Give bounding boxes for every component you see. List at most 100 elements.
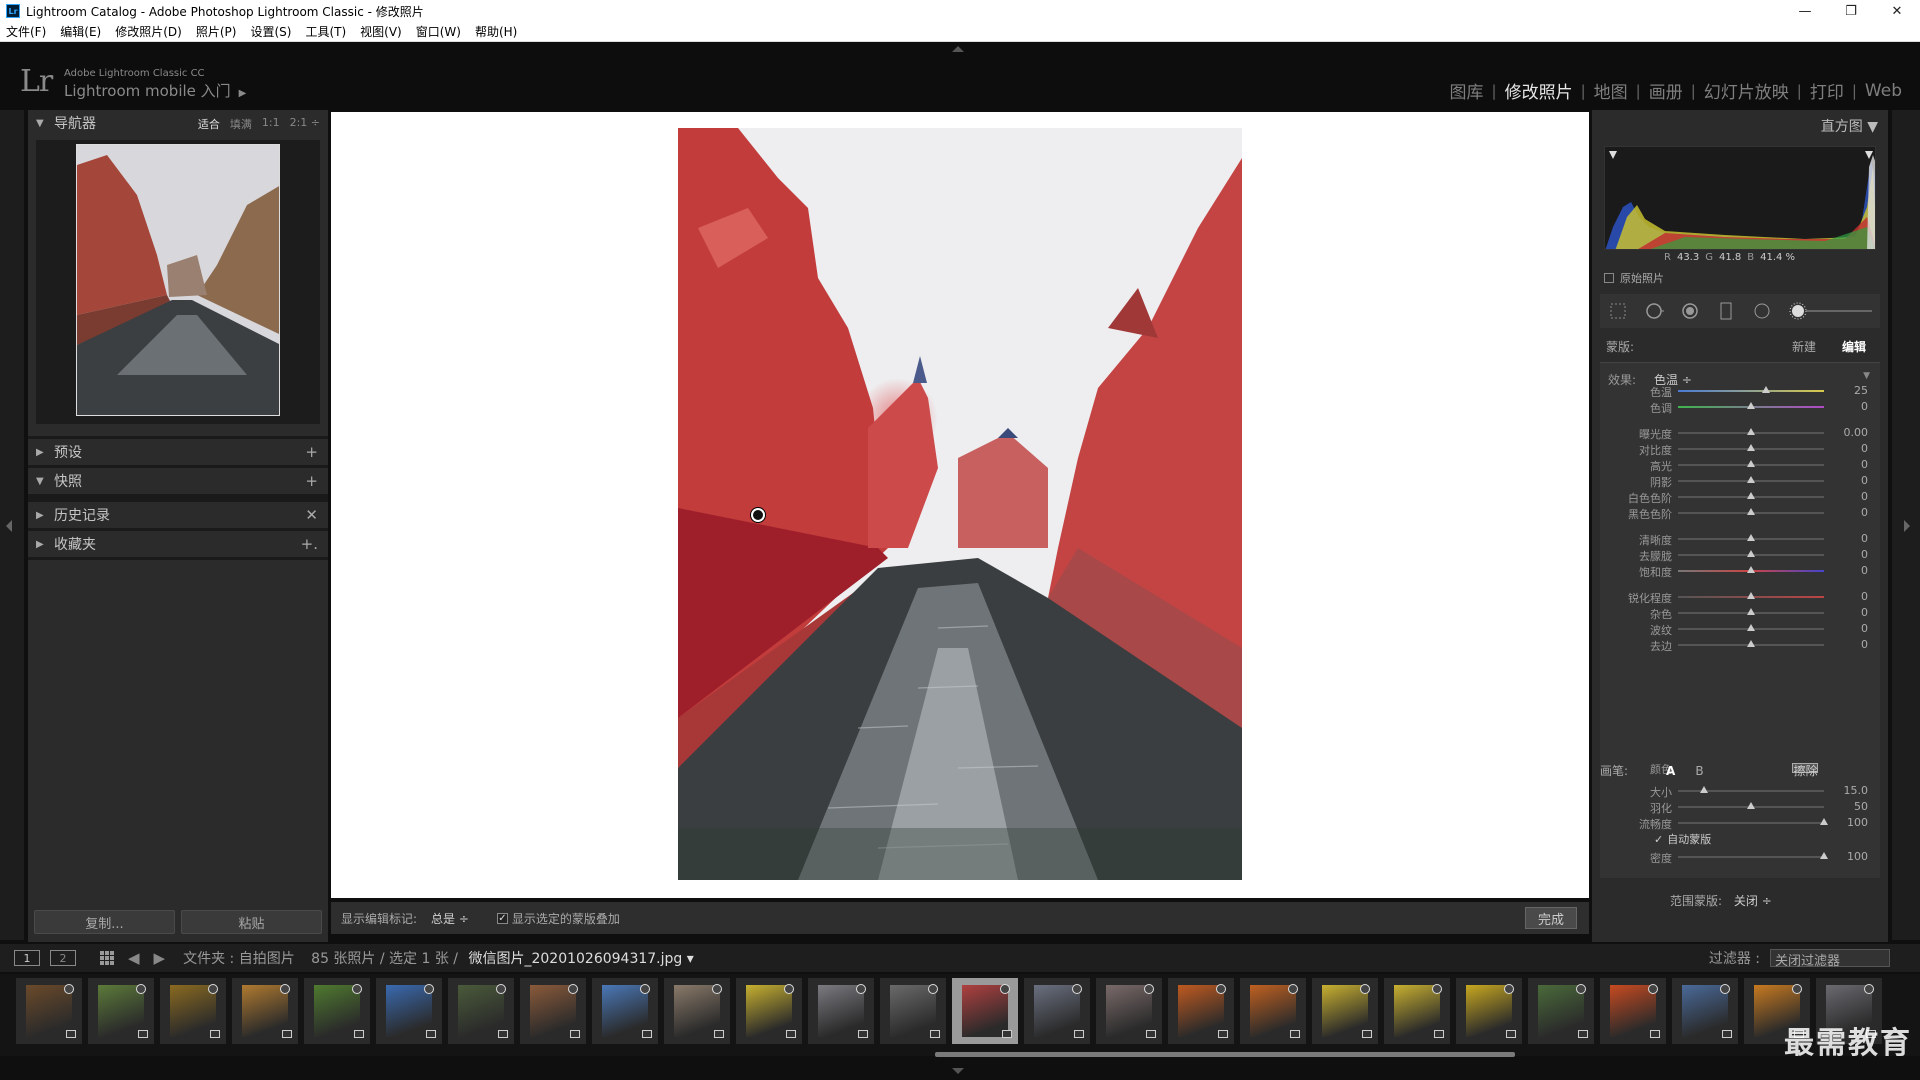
navigator-preview[interactable] bbox=[36, 140, 320, 424]
slider-value[interactable]: 0 bbox=[1861, 532, 1868, 545]
menu-help[interactable]: 帮助(H) bbox=[475, 23, 517, 40]
filmstrip-thumbnail[interactable] bbox=[232, 978, 298, 1044]
slider-value[interactable]: 0 bbox=[1861, 622, 1868, 635]
slider-value[interactable]: 0 bbox=[1861, 400, 1868, 413]
add-collection-icon[interactable]: +. bbox=[301, 535, 318, 553]
slider-row[interactable]: 曝光度 0.00 bbox=[1600, 425, 1880, 441]
slider-value[interactable]: 0 bbox=[1861, 442, 1868, 455]
navigator-thumbnail[interactable] bbox=[76, 144, 280, 416]
filmstrip-thumbnail[interactable] bbox=[16, 978, 82, 1044]
filmstrip-thumbnail[interactable] bbox=[520, 978, 586, 1044]
minimize-button[interactable]: — bbox=[1782, 0, 1828, 22]
slider-row[interactable]: 羽化 50 bbox=[1600, 799, 1880, 815]
collapse-top-arrow-icon[interactable] bbox=[952, 46, 964, 52]
slider-thumb[interactable] bbox=[1820, 818, 1828, 825]
slider-value[interactable]: 0 bbox=[1861, 590, 1868, 603]
slider-track[interactable] bbox=[1678, 390, 1824, 392]
slider-row[interactable]: 阴影 0 bbox=[1600, 473, 1880, 489]
filmstrip-thumbnail[interactable] bbox=[88, 978, 154, 1044]
module-map[interactable]: 地图 bbox=[1586, 78, 1636, 103]
slider-row[interactable]: 波纹 0 bbox=[1600, 621, 1880, 637]
add-snapshot-icon[interactable]: + bbox=[305, 472, 318, 490]
slider-row[interactable]: 饱和度 0 bbox=[1600, 563, 1880, 579]
radial-filter-icon[interactable] bbox=[1752, 301, 1772, 321]
menu-edit[interactable]: 编辑(E) bbox=[60, 23, 101, 40]
main-photo[interactable] bbox=[678, 128, 1242, 880]
slider-value[interactable]: 25 bbox=[1854, 384, 1868, 397]
filmstrip-thumbnail[interactable] bbox=[1312, 978, 1378, 1044]
histogram[interactable] bbox=[1604, 146, 1876, 250]
slider-row[interactable]: 杂色 0 bbox=[1600, 605, 1880, 621]
filmstrip-thumbnail[interactable] bbox=[1024, 978, 1090, 1044]
slider-row[interactable]: 锐化程度 0 bbox=[1600, 589, 1880, 605]
next-arrow-icon[interactable]: ▶ bbox=[154, 949, 166, 967]
filmstrip-thumbnail[interactable] bbox=[664, 978, 730, 1044]
module-book[interactable]: 画册 bbox=[1641, 78, 1691, 103]
primary-window-button[interactable]: 1 bbox=[14, 950, 40, 966]
snapshots-header[interactable]: ▼ 快照 + bbox=[28, 468, 328, 494]
histogram-title[interactable]: 直方图 ▼ bbox=[1821, 116, 1878, 136]
slider-row[interactable]: 密度 100 bbox=[1600, 849, 1880, 865]
mask-new-button[interactable]: 新建 bbox=[1792, 338, 1816, 355]
filmstrip-thumbnail[interactable] bbox=[1456, 978, 1522, 1044]
original-photo-toggle[interactable]: 原始照片 bbox=[1604, 270, 1664, 286]
slider-value[interactable]: 0 bbox=[1861, 564, 1868, 577]
slider-row[interactable]: 大小 15.0 bbox=[1600, 783, 1880, 799]
left-panel-toggle[interactable] bbox=[0, 110, 24, 940]
show-edit-pins-select[interactable]: 总是 ÷ bbox=[431, 910, 469, 927]
menu-window[interactable]: 窗口(W) bbox=[416, 23, 461, 40]
filmstrip-scrollbar[interactable] bbox=[935, 1052, 1515, 1057]
effect-collapse-icon[interactable]: ▼ bbox=[1863, 371, 1870, 381]
zoom-1-1[interactable]: 1:1 bbox=[262, 116, 280, 132]
slider-track[interactable] bbox=[1678, 822, 1824, 824]
filmstrip-thumbnail[interactable] bbox=[1672, 978, 1738, 1044]
slider-value[interactable]: 0 bbox=[1861, 474, 1868, 487]
brush-erase-button[interactable]: 擦除 bbox=[1794, 762, 1818, 779]
menu-tools[interactable]: 工具(T) bbox=[305, 23, 346, 40]
slider-thumb[interactable] bbox=[1747, 534, 1755, 541]
slider-value[interactable]: 15.0 bbox=[1844, 784, 1869, 797]
slider-row[interactable]: 黑色色阶 0 bbox=[1600, 505, 1880, 521]
prev-arrow-icon[interactable]: ◀ bbox=[128, 949, 140, 967]
filmstrip-thumbnail[interactable] bbox=[1528, 978, 1594, 1044]
slider-thumb[interactable] bbox=[1747, 402, 1755, 409]
menu-view[interactable]: 视图(V) bbox=[360, 23, 402, 40]
filmstrip-thumbnail[interactable] bbox=[808, 978, 874, 1044]
filmstrip-thumbnail[interactable] bbox=[1096, 978, 1162, 1044]
slider-row[interactable]: 白色色阶 0 bbox=[1600, 489, 1880, 505]
slider-row[interactable]: 色温 25 bbox=[1600, 383, 1880, 399]
history-header[interactable]: ▶ 历史记录 ✕ bbox=[28, 502, 328, 528]
slider-thumb[interactable] bbox=[1747, 566, 1755, 573]
slider-thumb[interactable] bbox=[1700, 786, 1709, 793]
menu-settings[interactable]: 设置(S) bbox=[250, 23, 291, 40]
module-print[interactable]: 打印 bbox=[1802, 78, 1852, 103]
module-develop[interactable]: 修改照片 bbox=[1497, 78, 1581, 103]
range-mask-select[interactable]: 关闭 ÷ bbox=[1734, 894, 1772, 908]
navigator-header[interactable]: ▼ 导航器 适合 填满 1:1 2:1 ÷ bbox=[28, 110, 328, 136]
photo-canvas[interactable] bbox=[331, 112, 1589, 898]
secondary-window-button[interactable]: 2 bbox=[50, 950, 76, 966]
slider-value[interactable]: 0 bbox=[1861, 606, 1868, 619]
slider-thumb[interactable] bbox=[1747, 444, 1755, 451]
module-slideshow[interactable]: 幻灯片放映 bbox=[1696, 78, 1797, 103]
menu-photo[interactable]: 照片(P) bbox=[196, 23, 237, 40]
slider-thumb[interactable] bbox=[1747, 476, 1755, 483]
slider-thumb[interactable] bbox=[1747, 624, 1755, 631]
lightroom-mobile-link[interactable]: Lightroom mobile 入门 ▶ bbox=[64, 80, 246, 101]
filter-select[interactable]: 关闭过滤器 bbox=[1770, 949, 1890, 969]
show-mask-overlay-toggle[interactable]: ✓ 显示选定的蒙版叠加 bbox=[496, 910, 620, 927]
crop-overlay-icon[interactable] bbox=[1608, 301, 1628, 321]
slider-thumb[interactable] bbox=[1747, 550, 1755, 557]
slider-value[interactable]: 0.00 bbox=[1844, 426, 1869, 439]
brush-pin-handle[interactable] bbox=[751, 508, 765, 522]
zoom-fit[interactable]: 适合 bbox=[198, 116, 220, 132]
spot-removal-icon[interactable] bbox=[1644, 301, 1664, 321]
slider-value[interactable]: 0 bbox=[1861, 548, 1868, 561]
slider-thumb[interactable] bbox=[1747, 508, 1755, 515]
grid-view-icon[interactable] bbox=[100, 951, 114, 965]
slider-thumb[interactable] bbox=[1747, 492, 1755, 499]
adjustment-brush-icon[interactable] bbox=[1788, 301, 1874, 321]
menu-develop[interactable]: 修改照片(D) bbox=[115, 23, 182, 40]
slider-row[interactable]: 色调 0 bbox=[1600, 399, 1880, 415]
brush-b-button[interactable]: B bbox=[1695, 764, 1703, 778]
